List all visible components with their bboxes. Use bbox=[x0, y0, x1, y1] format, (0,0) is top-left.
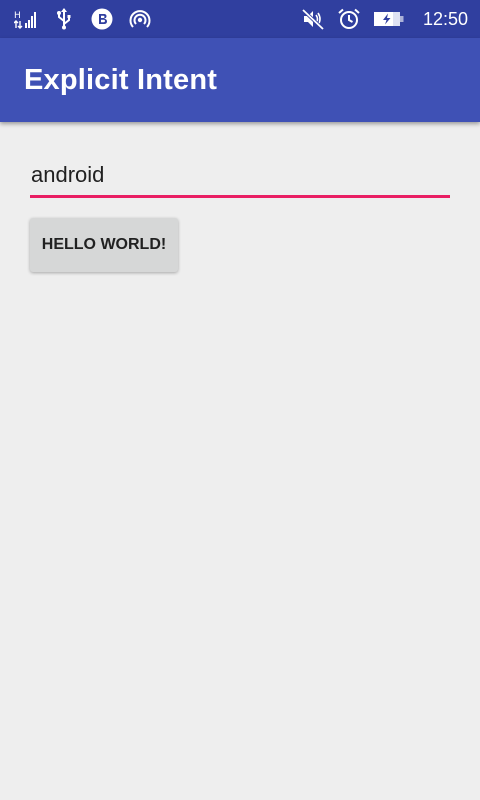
svg-text:H: H bbox=[14, 11, 21, 21]
hello-world-button[interactable]: HELLO WORLD! bbox=[30, 218, 178, 272]
battery-charging-icon bbox=[373, 8, 407, 30]
vibrate-mute-icon bbox=[301, 8, 325, 30]
status-bar-left-icons: H bbox=[14, 8, 152, 30]
status-time: 12:50 bbox=[422, 9, 468, 29]
usb-icon bbox=[52, 8, 76, 30]
app-bar: Explicit Intent bbox=[0, 38, 480, 122]
hotspot-icon bbox=[128, 8, 152, 30]
status-bar-right-icons: 12:50 bbox=[301, 8, 468, 30]
app-title: Explicit Intent bbox=[24, 64, 218, 96]
text-input[interactable] bbox=[30, 158, 450, 198]
signal-icon: H bbox=[14, 8, 38, 30]
bluetooth-app-icon bbox=[90, 8, 114, 30]
text-input-container bbox=[30, 158, 450, 200]
alarm-icon bbox=[337, 8, 361, 30]
status-bar: H 12:50 bbox=[0, 0, 480, 38]
